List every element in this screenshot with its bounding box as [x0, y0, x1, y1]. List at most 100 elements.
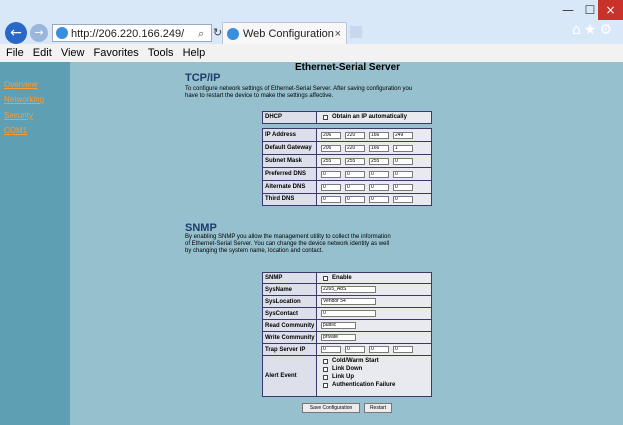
alert-auth-failure-checkbox[interactable]	[323, 383, 328, 388]
third-dns-octet-2[interactable]: 0	[345, 196, 365, 203]
subnet-row: Subnet Mask 255 255 255 0	[263, 155, 431, 168]
third-dns-octet-3[interactable]: 0	[369, 196, 389, 203]
gateway-octet-1[interactable]: 206	[321, 145, 341, 152]
title-bar: — ☐ × ← → http://206.220.166.249/ ⌕ ▾ ↻ …	[0, 0, 623, 62]
alert-event-label: Alert Event	[263, 356, 317, 396]
tab-close-icon[interactable]: ×	[335, 23, 341, 45]
sysname-input[interactable]: 2265_A8S	[321, 286, 376, 293]
alert-link-down-label: Link Down	[332, 366, 363, 372]
alternate-dns-octet-1[interactable]: 0	[321, 184, 341, 191]
gateway-row: Default Gateway 206 220 166 1	[263, 142, 431, 155]
subnet-octet-2[interactable]: 255	[345, 158, 365, 165]
alert-event-row: Alert Event Cold/Warm Start Link Down Li…	[263, 356, 431, 396]
trap-octet-3[interactable]: 0	[369, 346, 389, 353]
syscontact-input[interactable]: 0	[321, 310, 376, 317]
preferred-dns-label: Preferred DNS	[263, 168, 317, 180]
ie-logo-icon	[56, 27, 68, 39]
gateway-octet-2[interactable]: 220	[345, 145, 365, 152]
tcpip-description: To configure network settings of Etherne…	[185, 86, 413, 99]
address-bar[interactable]: http://206.220.166.249/ ⌕ ▾	[52, 24, 212, 58]
alert-link-up-checkbox[interactable]	[323, 375, 328, 380]
minimize-icon[interactable]: —	[558, 0, 578, 20]
read-community-value: public	[318, 320, 431, 331]
tab-favicon-icon	[227, 28, 239, 40]
subnet-octet-1[interactable]: 255	[321, 158, 341, 165]
subnet-octet-4[interactable]: 0	[393, 158, 413, 165]
gateway-value: 206 220 166 1	[318, 142, 431, 154]
dhcp-checkbox[interactable]	[323, 115, 328, 120]
restart-button[interactable]: Restart	[364, 403, 392, 413]
menu-view[interactable]: View	[61, 47, 85, 59]
subnet-octet-3[interactable]: 255	[369, 158, 389, 165]
ip-label: IP Address	[263, 129, 317, 141]
read-community-label: Read Community	[263, 320, 317, 331]
alert-cold-start-checkbox[interactable]	[323, 359, 328, 364]
back-arrow-icon[interactable]: ←	[5, 22, 27, 44]
tcpip-title: TCP/IP	[185, 72, 221, 84]
menu-help[interactable]: Help	[183, 47, 206, 59]
subnet-label: Subnet Mask	[263, 155, 317, 167]
menu-edit[interactable]: Edit	[33, 47, 52, 59]
alternate-dns-label: Alternate DNS	[263, 181, 317, 193]
snmp-table: SNMP Enable SysName 2265_A8S SysLocation…	[262, 272, 432, 397]
preferred-dns-octet-1[interactable]: 0	[321, 171, 341, 178]
syscontact-value: 0	[318, 308, 431, 319]
ip-octet-3[interactable]: 166	[369, 132, 389, 139]
maximize-icon[interactable]: ☐	[580, 0, 600, 20]
sidebar-item-networking[interactable]: Networking	[4, 95, 44, 104]
gateway-octet-3[interactable]: 166	[369, 145, 389, 152]
address-url: http://206.220.166.249/	[71, 28, 185, 40]
ip-octet-1[interactable]: 206	[321, 132, 341, 139]
read-community-input[interactable]: public	[321, 322, 356, 329]
trap-server-label: Trap Server IP	[263, 344, 317, 355]
syscontact-row: SysContact 0	[263, 308, 431, 320]
menu-file[interactable]: File	[6, 47, 24, 59]
home-star-gear-icons[interactable]: ⌂★⚙	[572, 22, 615, 38]
snmp-enable-checkbox[interactable]	[323, 276, 328, 281]
tab-web-configuration-utility[interactable]: Web Configuration Utility ×	[222, 22, 347, 62]
sidebar-item-overview[interactable]: Overview	[4, 80, 37, 89]
ip-octet-2[interactable]: 220	[345, 132, 365, 139]
write-community-value: private	[318, 332, 431, 343]
syslocation-row: SysLocation Vendor 54	[263, 296, 431, 308]
preferred-dns-octet-2[interactable]: 0	[345, 171, 365, 178]
trap-octet-1[interactable]: 0	[321, 346, 341, 353]
close-window-icon[interactable]: ×	[598, 0, 623, 20]
dhcp-option-label: Obtain an IP automatically	[332, 114, 407, 120]
third-dns-row: Third DNS 0 0 0 0	[263, 194, 431, 205]
third-dns-octet-4[interactable]: 0	[393, 196, 413, 203]
refresh-icon[interactable]: ↻	[213, 24, 222, 42]
sidebar-item-com1[interactable]: COM1	[4, 126, 27, 135]
save-configuration-button[interactable]: Save Configuration	[302, 403, 360, 413]
alert-link-down-checkbox[interactable]	[323, 367, 328, 372]
alternate-dns-octet-2[interactable]: 0	[345, 184, 365, 191]
alternate-dns-octet-3[interactable]: 0	[369, 184, 389, 191]
menu-tools[interactable]: Tools	[148, 47, 174, 59]
sysname-value: 2265_A8S	[318, 284, 431, 295]
alternate-dns-row: Alternate DNS 0 0 0 0	[263, 181, 431, 194]
write-community-input[interactable]: private	[321, 334, 356, 341]
dhcp-label: DHCP	[263, 112, 317, 123]
ip-octet-4[interactable]: 249	[393, 132, 413, 139]
alert-link-up-label: Link Up	[332, 374, 354, 380]
gateway-octet-4[interactable]: 1	[393, 145, 413, 152]
dhcp-value: Obtain an IP automatically	[318, 112, 431, 123]
trap-octet-4[interactable]: 0	[393, 346, 413, 353]
forward-arrow-icon[interactable]: →	[30, 24, 48, 42]
read-community-row: Read Community public	[263, 320, 431, 332]
alternate-dns-octet-4[interactable]: 0	[393, 184, 413, 191]
third-dns-octet-1[interactable]: 0	[321, 196, 341, 203]
preferred-dns-octet-3[interactable]: 0	[369, 171, 389, 178]
dhcp-table: DHCP Obtain an IP automatically	[262, 111, 432, 124]
snmp-description: By enabling SNMP you allow the managemen…	[185, 234, 391, 254]
trap-octet-2[interactable]: 0	[345, 346, 365, 353]
syslocation-input[interactable]: Vendor 54	[321, 298, 376, 305]
syslocation-label: SysLocation	[263, 296, 317, 307]
third-dns-value: 0 0 0 0	[318, 194, 431, 205]
snmp-enable-label: Enable	[332, 275, 352, 281]
new-tab-button[interactable]	[350, 26, 362, 38]
sidebar-item-security[interactable]: Security	[4, 111, 33, 120]
preferred-dns-octet-4[interactable]: 0	[393, 171, 413, 178]
menu-favorites[interactable]: Favorites	[94, 47, 139, 59]
ip-value: 206 220 166 249	[318, 129, 431, 141]
